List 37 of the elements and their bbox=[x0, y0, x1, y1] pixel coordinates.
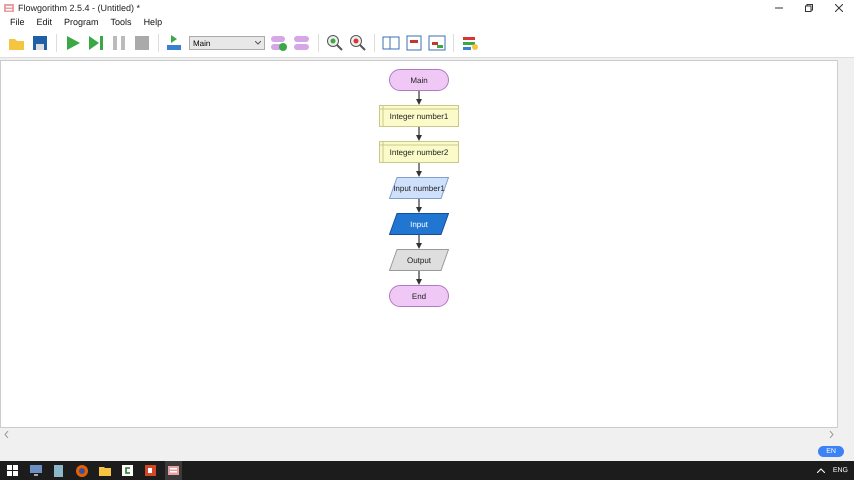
input-shape[interactable]: Input number1 bbox=[389, 177, 449, 199]
window-icon[interactable] bbox=[405, 34, 423, 52]
flowchart-app-icon[interactable] bbox=[165, 461, 182, 480]
arrow bbox=[415, 271, 423, 285]
arrow bbox=[415, 91, 423, 105]
window-icon[interactable] bbox=[428, 34, 446, 52]
menu-item[interactable]: Help bbox=[138, 15, 168, 29]
arrow bbox=[415, 235, 423, 249]
menu-item[interactable]: Tools bbox=[104, 15, 138, 29]
terminal-shape[interactable]: End bbox=[389, 285, 449, 307]
input-shape[interactable]: Input bbox=[389, 213, 449, 235]
close-icon[interactable] bbox=[835, 4, 843, 12]
declare-shape[interactable]: Integer number2 bbox=[379, 141, 459, 163]
window-title: Flowgorithm 2.5.4 - (Untitled) * bbox=[18, 2, 142, 12]
output-shape[interactable]: Output bbox=[389, 249, 449, 271]
restore-icon[interactable] bbox=[805, 4, 813, 12]
arrow bbox=[415, 199, 423, 213]
zoom-in-icon[interactable] bbox=[326, 34, 344, 52]
add-function-icon[interactable] bbox=[270, 34, 288, 52]
menu-item[interactable]: Edit bbox=[30, 15, 58, 29]
arrow bbox=[415, 163, 423, 177]
save-icon[interactable] bbox=[31, 34, 49, 52]
step-icon[interactable] bbox=[87, 34, 105, 52]
function-select[interactable]: Main bbox=[189, 36, 265, 50]
chevron-up-icon[interactable] bbox=[816, 468, 825, 473]
terminal-shape[interactable]: Main bbox=[389, 69, 449, 91]
play-icon[interactable] bbox=[64, 34, 82, 52]
menu-item[interactable]: File bbox=[4, 15, 31, 29]
settings-icon[interactable] bbox=[461, 34, 479, 52]
caret-icon[interactable] bbox=[255, 41, 261, 45]
layout-icon[interactable] bbox=[382, 34, 400, 52]
arrow bbox=[415, 127, 423, 141]
menu-item[interactable]: Program bbox=[58, 15, 105, 29]
run-options-icon[interactable] bbox=[166, 34, 184, 52]
declare-shape[interactable]: Integer number1 bbox=[379, 105, 459, 127]
app-icon bbox=[4, 2, 14, 12]
zoom-out-icon[interactable] bbox=[349, 34, 367, 52]
